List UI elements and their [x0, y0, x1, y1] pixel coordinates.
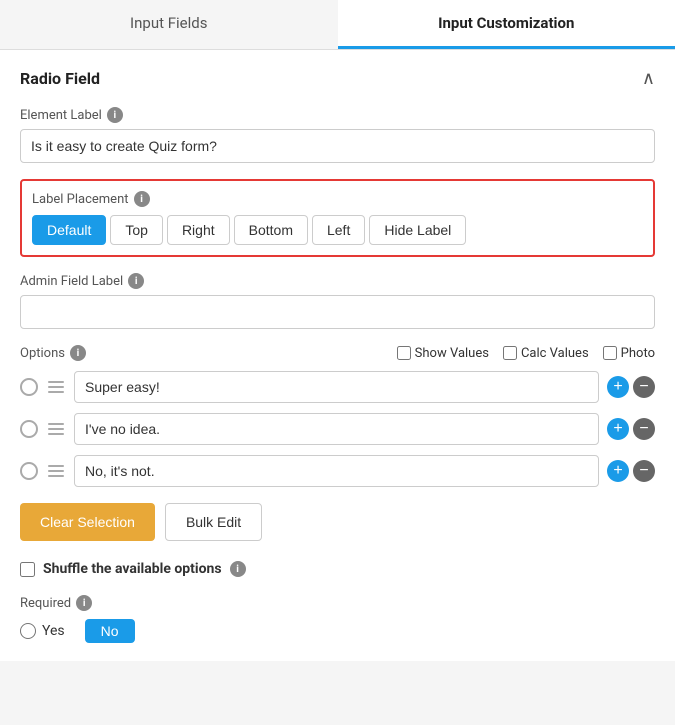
option-input-1[interactable]: [74, 371, 599, 403]
option-radio-2[interactable]: [20, 420, 38, 438]
option-add-btn-2[interactable]: +: [607, 418, 629, 440]
section-title: Radio Field: [20, 69, 100, 88]
placement-btn-right[interactable]: Right: [167, 215, 230, 245]
option-controls-3: + −: [607, 460, 655, 482]
placement-btn-default[interactable]: Default: [32, 215, 106, 245]
placement-btn-left[interactable]: Left: [312, 215, 365, 245]
drag-handle-1[interactable]: [46, 379, 66, 395]
collapse-icon[interactable]: ∧: [642, 68, 655, 89]
clear-selection-button[interactable]: Clear Selection: [20, 503, 155, 541]
option-remove-btn-2[interactable]: −: [633, 418, 655, 440]
label-placement-info-icon[interactable]: i: [134, 191, 150, 207]
tab-input-customization[interactable]: Input Customization: [338, 0, 675, 49]
required-label: Required i: [20, 595, 655, 611]
admin-field-label-input[interactable]: [20, 295, 655, 329]
shuffle-checkbox[interactable]: [20, 562, 35, 577]
option-radio-3[interactable]: [20, 462, 38, 480]
calc-values-checkbox[interactable]: [503, 346, 517, 360]
label-placement-label: Label Placement i: [32, 191, 643, 207]
placement-btn-top[interactable]: Top: [110, 215, 163, 245]
admin-field-label-info-icon[interactable]: i: [128, 273, 144, 289]
required-yes-label: Yes: [42, 623, 65, 639]
main-content: Radio Field ∧ Element Label i Label Plac…: [0, 50, 675, 661]
option-add-btn-1[interactable]: +: [607, 376, 629, 398]
required-no-button[interactable]: No: [85, 619, 135, 643]
option-controls-2: + −: [607, 418, 655, 440]
required-yes-option: Yes: [20, 623, 65, 639]
element-label-input[interactable]: [20, 129, 655, 163]
option-remove-btn-1[interactable]: −: [633, 376, 655, 398]
options-label: Options i: [20, 345, 391, 361]
drag-handle-2[interactable]: [46, 421, 66, 437]
placement-buttons: Default Top Right Bottom Left Hide Label: [32, 215, 643, 245]
section-header: Radio Field ∧: [20, 68, 655, 89]
admin-field-label-group: Admin Field Label i: [20, 273, 655, 329]
option-input-3[interactable]: [74, 455, 599, 487]
options-info-icon[interactable]: i: [70, 345, 86, 361]
action-buttons: Clear Selection Bulk Edit: [20, 503, 655, 541]
show-values-label: Show Values: [415, 346, 489, 361]
required-options: Yes No: [20, 619, 655, 643]
photo-checkbox[interactable]: [603, 346, 617, 360]
bulk-edit-button[interactable]: Bulk Edit: [165, 503, 262, 541]
label-placement-box: Label Placement i Default Top Right Bott…: [20, 179, 655, 257]
photo-label: Photo: [621, 346, 655, 361]
photo-checkbox-item[interactable]: Photo: [603, 346, 655, 361]
admin-field-label-label: Admin Field Label i: [20, 273, 655, 289]
shuffle-label: Shuffle the available options: [43, 561, 222, 577]
tabs-bar: Input Fields Input Customization: [0, 0, 675, 50]
drag-handle-3[interactable]: [46, 463, 66, 479]
tab-input-fields[interactable]: Input Fields: [0, 0, 338, 49]
show-values-checkbox[interactable]: [397, 346, 411, 360]
element-label-info-icon[interactable]: i: [107, 107, 123, 123]
options-header: Options i Show Values Calc Values Photo: [20, 345, 655, 361]
option-remove-btn-3[interactable]: −: [633, 460, 655, 482]
options-checkboxes: Show Values Calc Values Photo: [397, 346, 655, 361]
required-section: Required i Yes No: [20, 595, 655, 643]
element-label-label: Element Label i: [20, 107, 655, 123]
element-label-group: Element Label i: [20, 107, 655, 163]
placement-btn-hide-label[interactable]: Hide Label: [369, 215, 466, 245]
option-input-2[interactable]: [74, 413, 599, 445]
shuffle-row: Shuffle the available options i: [20, 561, 655, 577]
calc-values-checkbox-item[interactable]: Calc Values: [503, 346, 589, 361]
placement-btn-bottom[interactable]: Bottom: [234, 215, 308, 245]
required-yes-radio[interactable]: [20, 623, 36, 639]
show-values-checkbox-item[interactable]: Show Values: [397, 346, 489, 361]
shuffle-info-icon[interactable]: i: [230, 561, 246, 577]
option-row: + −: [20, 455, 655, 487]
option-controls-1: + −: [607, 376, 655, 398]
required-info-icon[interactable]: i: [76, 595, 92, 611]
option-row: + −: [20, 371, 655, 403]
option-row: + −: [20, 413, 655, 445]
option-add-btn-3[interactable]: +: [607, 460, 629, 482]
calc-values-label: Calc Values: [521, 346, 589, 361]
option-radio-1[interactable]: [20, 378, 38, 396]
